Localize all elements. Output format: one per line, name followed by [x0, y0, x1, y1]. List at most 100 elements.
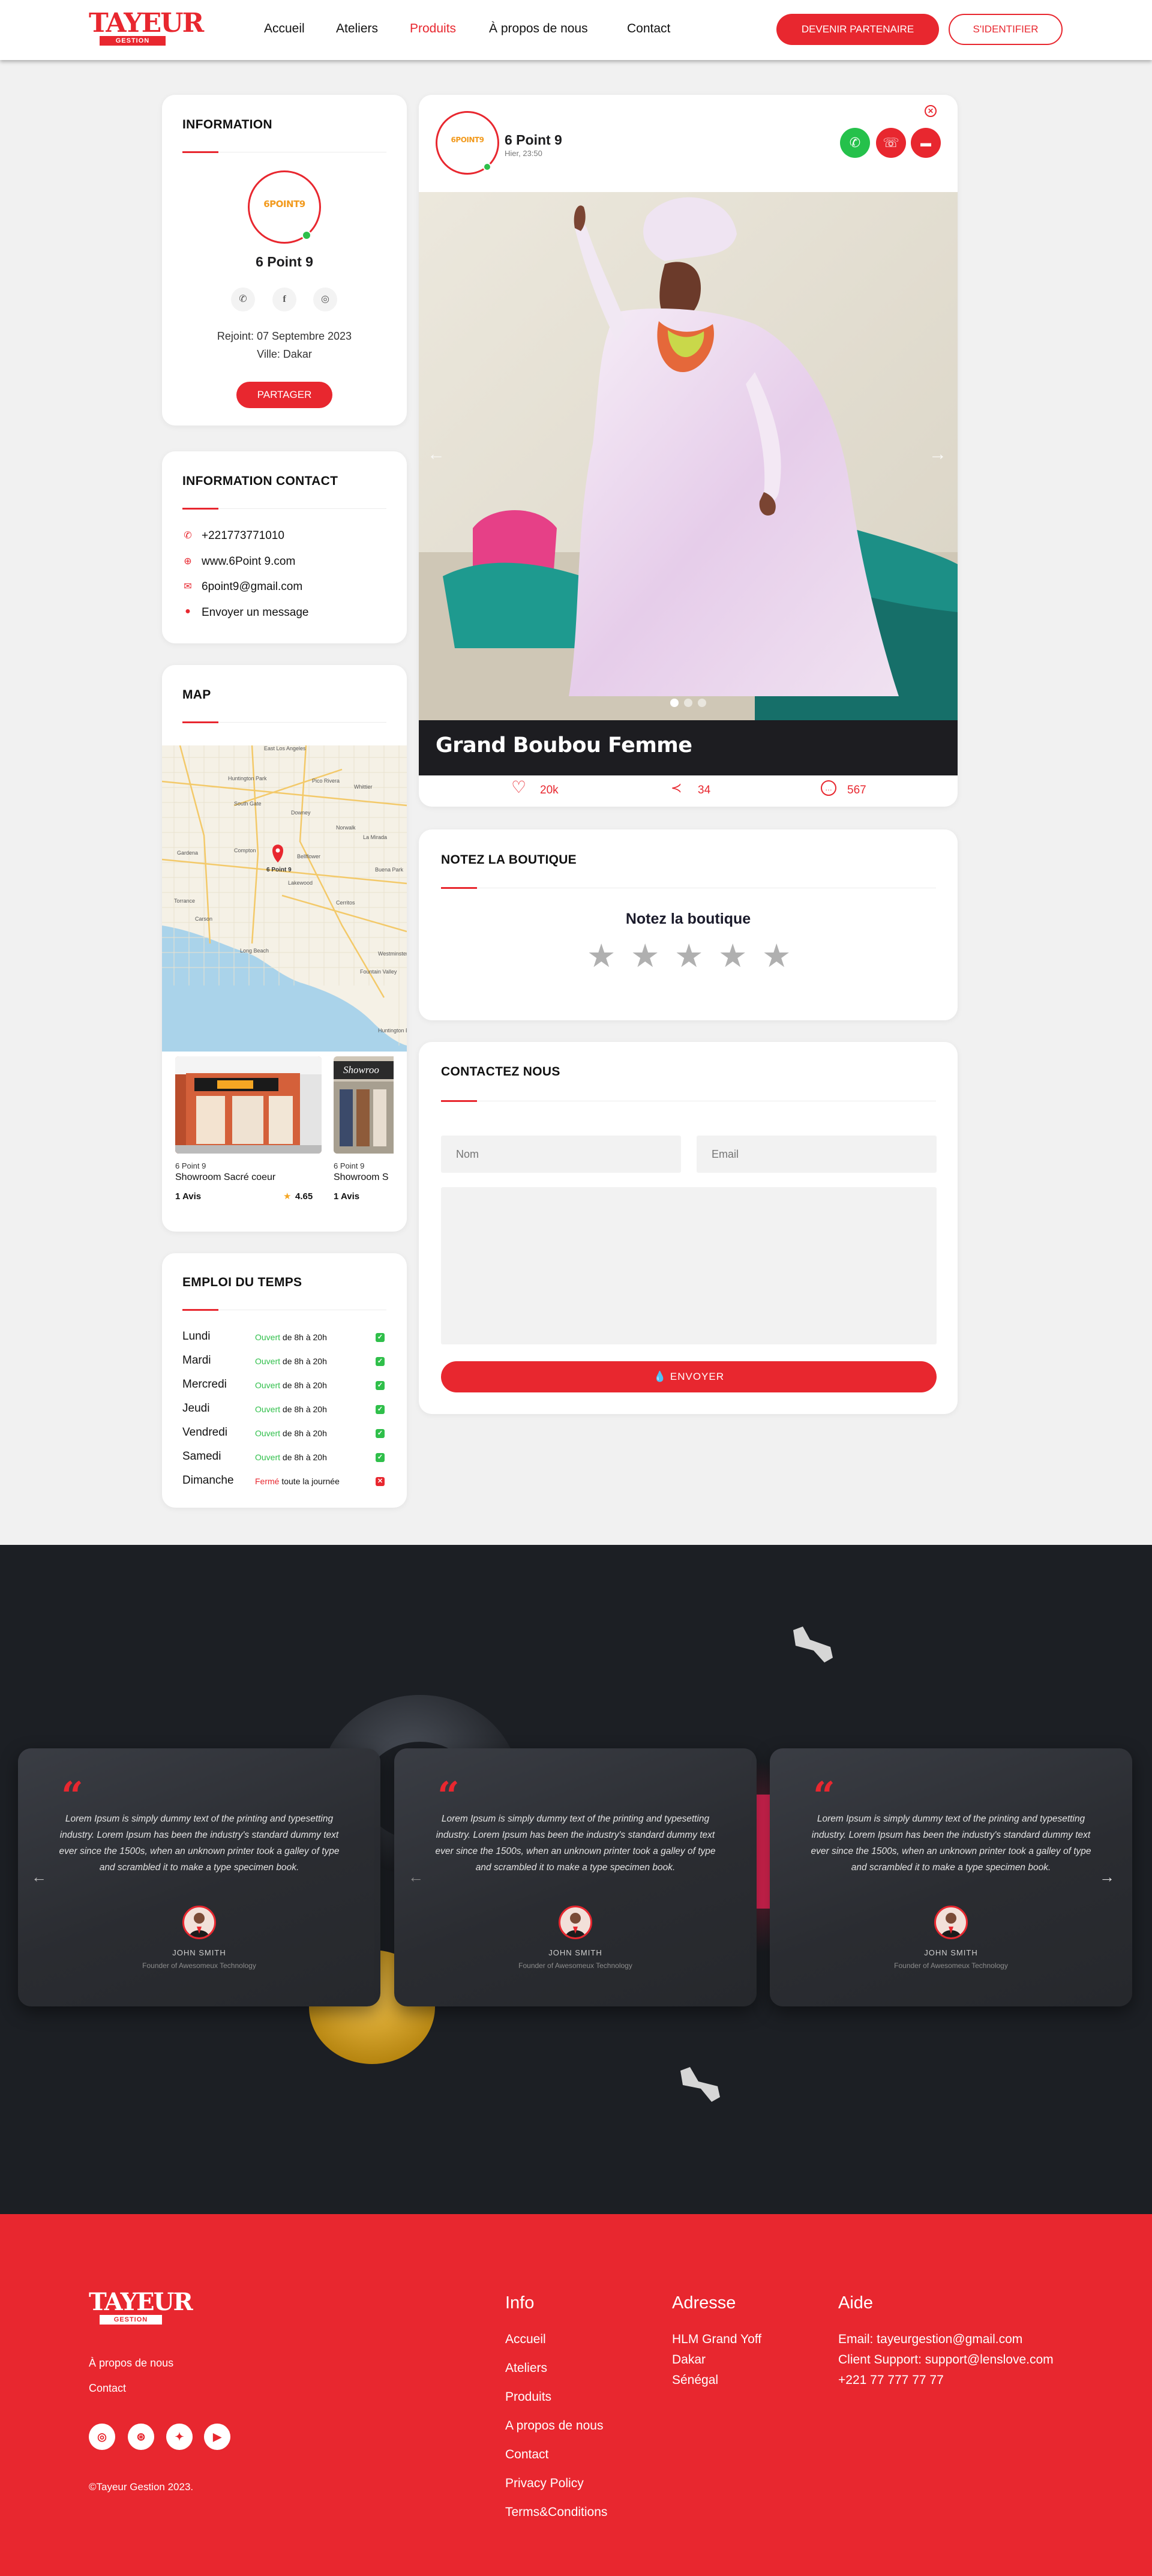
- share-button[interactable]: PARTAGER: [236, 382, 332, 408]
- chat-icon: ●: [185, 606, 191, 616]
- twitter-icon[interactable]: ✦: [166, 2424, 193, 2450]
- rating-star-icon[interactable]: ★: [631, 940, 659, 972]
- email-input[interactable]: [697, 1136, 937, 1173]
- footer-info-link[interactable]: Produits: [505, 2390, 551, 2404]
- footer-logo[interactable]: TAYEUR GESTION: [89, 2289, 193, 2328]
- schedule-day: Mardi: [182, 1354, 211, 1367]
- footer-help-line[interactable]: Email: tayeurgestion@gmail.com: [838, 2332, 1022, 2347]
- slide-dot[interactable]: [698, 699, 706, 707]
- map-view[interactable]: East Los Angeles Huntington Park Pico Ri…: [162, 745, 407, 1052]
- showroom-photo[interactable]: [175, 1056, 322, 1154]
- schedule-time: de 8h à 20h: [282, 1380, 327, 1390]
- message-icon[interactable]: ▬: [911, 128, 941, 158]
- open-check-icon: ✓: [376, 1405, 385, 1414]
- title-underline: [182, 1309, 218, 1311]
- showroom-brand: 6 Point 9: [175, 1161, 206, 1170]
- open-check-icon: ✓: [376, 1453, 385, 1462]
- map-label: Whittier: [354, 784, 373, 790]
- next-testimonial-icon[interactable]: →: [1099, 1868, 1115, 1886]
- become-partner-button[interactable]: DEVENIR PARTENAIRE: [776, 14, 939, 45]
- nav-ateliers[interactable]: Ateliers: [336, 22, 378, 36]
- nav-contact[interactable]: Contact: [627, 22, 670, 36]
- footer-address-line: HLM Grand Yoff: [672, 2332, 762, 2346]
- map-label: Westminster: [378, 951, 407, 957]
- footer-info-link[interactable]: Terms&Conditions: [505, 2505, 607, 2520]
- title-underline: [182, 721, 218, 723]
- footer-logo-sub: GESTION: [100, 2315, 162, 2325]
- prev-testimonial-icon[interactable]: ←: [31, 1868, 47, 1886]
- rating-star-icon[interactable]: ★: [718, 940, 747, 972]
- schedule-hours: Ouvert de 8h à 20h: [255, 1332, 327, 1342]
- message-textarea[interactable]: [441, 1187, 937, 1344]
- nav-produits[interactable]: Produits: [410, 22, 456, 36]
- youtube-icon[interactable]: ▶: [204, 2424, 230, 2450]
- call-icon[interactable]: ☏: [876, 128, 906, 158]
- map-label: Torrance: [174, 898, 195, 904]
- footer-info-link[interactable]: A propos de nous: [505, 2419, 603, 2433]
- showroom-photo[interactable]: Showroo: [334, 1056, 394, 1154]
- footer-about-link[interactable]: À propos de nous: [89, 2357, 173, 2370]
- footer-contact-link[interactable]: Contact: [89, 2382, 126, 2395]
- contact-message[interactable]: Envoyer un message: [202, 606, 309, 619]
- instagram-icon[interactable]: ◎: [313, 287, 337, 311]
- showroom-name[interactable]: Showroom S: [334, 1172, 394, 1183]
- quote-icon: “: [437, 1774, 460, 1819]
- showroom-name[interactable]: Showroom Sacré coeur: [175, 1172, 275, 1183]
- schedule-time: de 8h à 20h: [282, 1404, 327, 1414]
- schedule-day: Dimanche: [182, 1474, 234, 1487]
- map-label: Norwalk: [336, 825, 356, 831]
- facebook-icon[interactable]: f: [272, 287, 296, 311]
- prev-slide-icon[interactable]: ←: [427, 444, 445, 465]
- schedule-status: Fermé: [255, 1476, 280, 1486]
- prev-testimonial-icon[interactable]: ←: [408, 1868, 424, 1886]
- contact-phone[interactable]: +221773771010: [202, 529, 284, 543]
- name-input[interactable]: [441, 1136, 681, 1173]
- login-button[interactable]: S'IDENTIFIER: [949, 14, 1063, 45]
- schedule-day: Samedi: [182, 1450, 221, 1463]
- testimonial-role: Founder of Awesomeux Technology: [518, 1961, 632, 1970]
- post-shop-name[interactable]: 6 Point 9: [505, 132, 562, 148]
- rating-star-icon[interactable]: ★: [762, 940, 791, 972]
- nav-a-propos[interactable]: À propos de nous: [489, 22, 588, 36]
- schedule-status: Ouvert: [255, 1332, 281, 1342]
- comments-count: 567: [847, 784, 866, 796]
- slide-dot-active[interactable]: [670, 699, 679, 707]
- comment-icon[interactable]: …: [821, 780, 836, 796]
- footer-info-link[interactable]: Privacy Policy: [505, 2476, 584, 2491]
- send-button[interactable]: 💧 ENVOYER: [441, 1361, 937, 1392]
- schedule-hours: Fermé toute la journée: [255, 1476, 340, 1486]
- slide-dot[interactable]: [684, 699, 692, 707]
- footer-help-line[interactable]: +221 77 777 77 77: [838, 2373, 944, 2388]
- testimonial-name: JOHN SMITH: [172, 1948, 226, 1957]
- whatsapp-icon[interactable]: ✆: [840, 128, 870, 158]
- instagram-icon[interactable]: ◎: [89, 2424, 115, 2450]
- footer-info-link[interactable]: Contact: [505, 2448, 548, 2462]
- heart-icon[interactable]: ♡: [511, 779, 526, 796]
- footer-info-link[interactable]: Ateliers: [505, 2361, 547, 2376]
- next-slide-icon[interactable]: →: [929, 444, 947, 465]
- contact-website[interactable]: www.6Point 9.com: [202, 555, 295, 568]
- close-icon[interactable]: ✕: [925, 105, 937, 117]
- rating-star-icon[interactable]: ★: [587, 940, 616, 972]
- dribbble-icon[interactable]: ⊛: [128, 2424, 154, 2450]
- product-image[interactable]: [419, 192, 958, 720]
- footer-address-line: Dakar: [672, 2353, 706, 2367]
- map-label: Bellflower: [297, 853, 320, 859]
- rating-star-icon[interactable]: ★: [674, 940, 703, 972]
- phone-icon[interactable]: ✆: [231, 287, 255, 311]
- site-footer: TAYEUR GESTION À propos de nous Contact …: [0, 2214, 1152, 2576]
- testimonial-avatar: [559, 1906, 592, 1939]
- schedule-hours: Ouvert de 8h à 20h: [255, 1404, 327, 1414]
- share-icon[interactable]: ≺: [671, 781, 682, 795]
- logo[interactable]: TAYEUR GESTION: [89, 8, 204, 48]
- contact-email[interactable]: 6point9@gmail.com: [202, 580, 302, 594]
- footer-info-link[interactable]: Accueil: [505, 2332, 546, 2347]
- logo-sub: GESTION: [100, 36, 166, 46]
- send-button-label: ENVOYER: [670, 1371, 725, 1382]
- map-marker-label: 6 Point 9: [266, 867, 292, 873]
- nav-accueil[interactable]: Accueil: [264, 22, 305, 36]
- footer-help-line[interactable]: Client Support: support@lenslove.com: [838, 2353, 1054, 2367]
- map-title: MAP: [182, 688, 211, 702]
- map-label: Compton: [234, 847, 256, 853]
- open-check-icon: ✓: [376, 1357, 385, 1366]
